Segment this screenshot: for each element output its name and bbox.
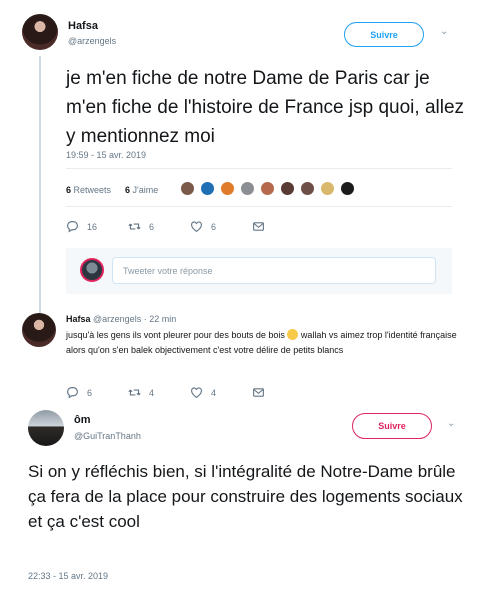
liker-avatar[interactable] <box>300 181 315 196</box>
thread-line <box>39 56 41 318</box>
liker-avatar[interactable] <box>260 181 275 196</box>
reply-count: 6 <box>87 387 93 398</box>
retweet-icon <box>128 223 141 230</box>
heart-icon <box>191 221 202 233</box>
author2-handle[interactable]: @GuiTranThanh <box>74 431 141 441</box>
reply-text-part1: jusqu'à les gens ils vont pleurer pour d… <box>66 330 285 340</box>
tweet2-text: Si on y réfléchis bien, si l'intégralité… <box>28 462 463 531</box>
mail-icon <box>253 222 264 231</box>
author2-avatar[interactable] <box>28 410 64 446</box>
liker-avatar[interactable] <box>340 181 355 196</box>
chevron-down-icon[interactable]: ⌄ <box>447 418 455 429</box>
author-avatar[interactable] <box>22 14 58 50</box>
tweet-text: je m'en fiche de notre Dame de Paris car… <box>66 68 465 147</box>
author2-name[interactable]: ôm <box>74 414 91 426</box>
retweet-action[interactable]: 4 <box>128 386 154 399</box>
retweet-icon <box>128 389 141 396</box>
reply-author-handle[interactable]: @arzengels <box>93 314 141 324</box>
retweet-stats[interactable]: 6 Retweets <box>66 185 111 195</box>
retweet-label: Retweets <box>73 185 112 195</box>
reply-count: 16 <box>87 221 98 232</box>
reply-icon <box>67 221 78 233</box>
reply-action[interactable]: 6 <box>66 386 92 399</box>
retweet-count-action: 6 <box>149 221 155 232</box>
current-user-avatar <box>80 258 104 282</box>
reply-text: jusqu'à les gens ils vont pleurer pour d… <box>66 328 458 358</box>
liker-avatar[interactable] <box>280 181 295 196</box>
dm-action[interactable] <box>252 220 273 233</box>
dm-action[interactable] <box>252 386 273 399</box>
mail-icon <box>253 388 264 397</box>
tweet2-timestamp[interactable]: 22:33 - 15 avr. 2019 <box>28 571 108 581</box>
reply-icon <box>67 387 78 399</box>
heart-icon <box>191 387 202 399</box>
reply-input[interactable]: Tweeter votre réponse <box>112 257 436 284</box>
retweet-count: 6 <box>66 185 72 195</box>
tweet-timestamp[interactable]: 19:59 - 15 avr. 2019 <box>66 150 146 160</box>
like-count: 6 <box>125 185 131 195</box>
reply-author-name[interactable]: Hafsa <box>66 314 91 324</box>
reply-time[interactable]: · 22 min <box>144 314 177 324</box>
retweet-action[interactable]: 6 <box>128 220 154 233</box>
liker-avatar[interactable] <box>200 181 215 196</box>
like-label: J'aime <box>132 185 159 195</box>
reply-action[interactable]: 16 <box>66 220 97 233</box>
like-stats[interactable]: 6 J'aime <box>125 185 158 195</box>
divider <box>66 168 452 169</box>
liker-avatar[interactable] <box>180 181 195 196</box>
weary-emoji-icon <box>287 329 299 340</box>
reply-header: Hafsa @arzengels · 22 min <box>66 314 176 324</box>
liker-avatar[interactable] <box>220 181 235 196</box>
like-count-action: 4 <box>211 387 217 398</box>
chevron-down-icon[interactable]: ⌄ <box>440 26 448 37</box>
like-count-action: 6 <box>211 221 217 232</box>
follow-button[interactable]: Suivre <box>344 22 424 47</box>
liker-avatar[interactable] <box>320 181 335 196</box>
liker-avatars[interactable] <box>180 181 380 197</box>
retweet-count-action: 4 <box>149 387 155 398</box>
liker-avatar[interactable] <box>240 181 255 196</box>
author-name[interactable]: Hafsa <box>68 20 98 32</box>
follow-button-2[interactable]: Suivre <box>352 413 432 439</box>
like-action[interactable]: 6 <box>190 220 216 233</box>
divider <box>66 206 452 207</box>
reply-author-avatar[interactable] <box>22 313 56 347</box>
author-handle[interactable]: @arzengels <box>68 36 116 46</box>
like-action[interactable]: 4 <box>190 386 216 399</box>
